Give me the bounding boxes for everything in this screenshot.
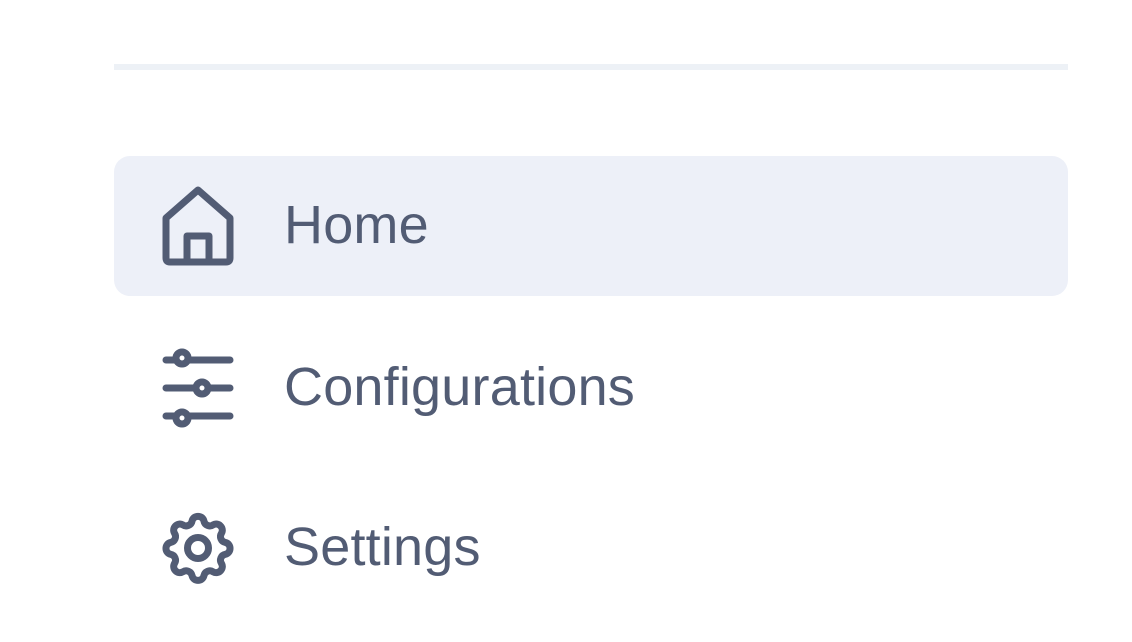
sidebar: Home Configurations Settings bbox=[0, 0, 1132, 642]
sidebar-item-label: Home bbox=[284, 194, 429, 255]
sidebar-divider bbox=[114, 64, 1068, 70]
sidebar-item-label: Configurations bbox=[284, 356, 636, 417]
home-icon bbox=[156, 184, 240, 268]
sidebar-item-configurations[interactable]: Configurations bbox=[114, 318, 1068, 458]
sidebar-item-home[interactable]: Home bbox=[114, 156, 1068, 296]
sliders-icon bbox=[156, 346, 240, 430]
gear-icon bbox=[156, 506, 240, 590]
sidebar-item-settings[interactable]: Settings bbox=[114, 478, 1068, 618]
sidebar-item-label: Settings bbox=[284, 516, 481, 577]
